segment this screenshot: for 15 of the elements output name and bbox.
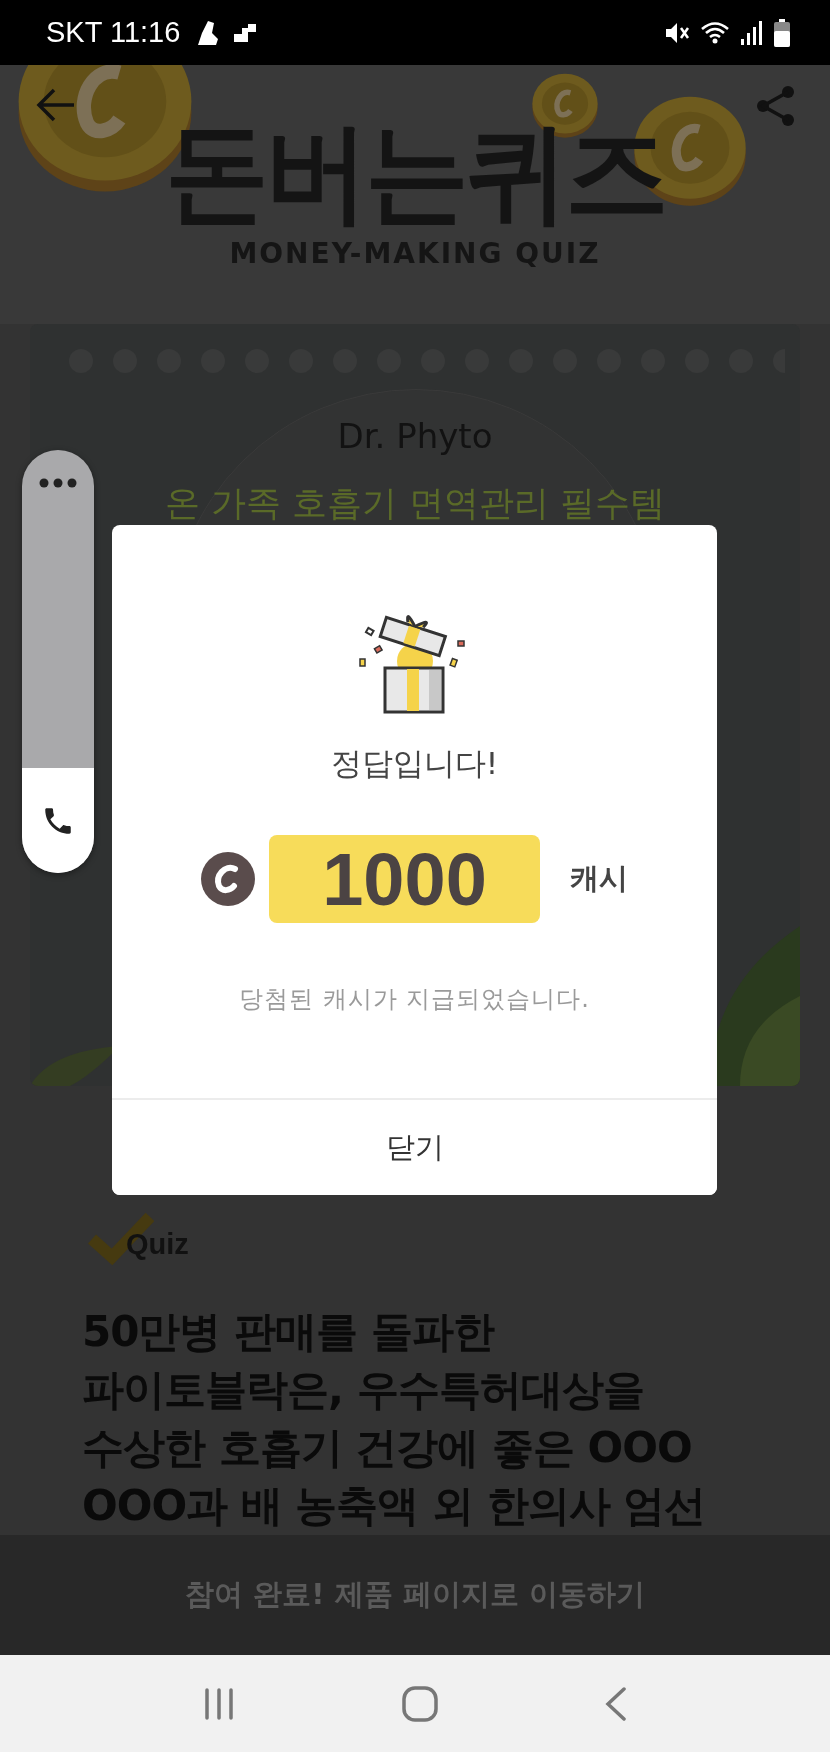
call-button[interactable]	[22, 768, 94, 873]
cash-unit: 캐시	[570, 860, 628, 897]
dialog-message: 당첨된 캐시가 지급되었습니다.	[239, 984, 590, 1015]
more-icon	[39, 478, 77, 488]
close-button[interactable]: 닫기	[112, 1098, 717, 1195]
quiz-title: 돈버는퀴즈	[165, 110, 665, 236]
reward-amount: 1000	[269, 835, 540, 923]
wifi-icon	[700, 19, 730, 46]
status-time: SKT 11:16	[46, 16, 181, 49]
back-button[interactable]	[36, 87, 76, 123]
dialog-title: 정답입니다!	[330, 744, 499, 783]
cash-coin-icon	[201, 852, 255, 906]
battery-icon	[774, 18, 790, 47]
steps-icon	[234, 23, 257, 42]
signal-icon	[740, 20, 764, 45]
